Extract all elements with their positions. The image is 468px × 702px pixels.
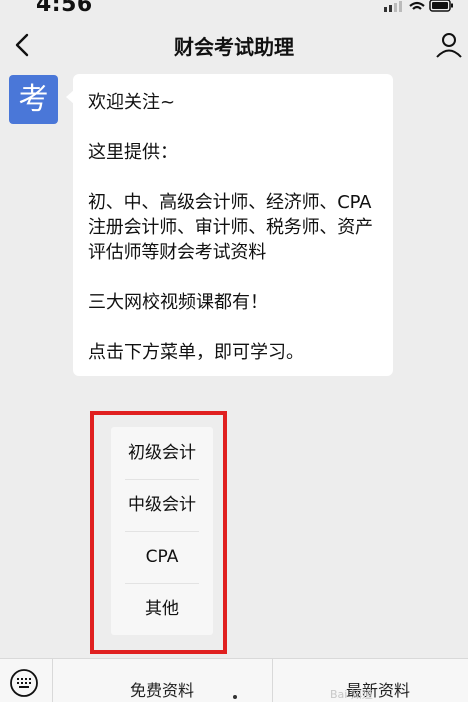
message-bubble: 欢迎关注~ 这里提供： 初、中、高级会计师、经济师、CPA 注册会计师、审计师、… — [66, 74, 393, 376]
bottom-divider — [52, 659, 53, 702]
submenu-item-other[interactable]: 其他 — [111, 583, 213, 635]
submenu-item-junior-accounting[interactable]: 初级会计 — [111, 427, 213, 479]
status-bar: 4:56 — [0, 0, 468, 20]
message-paragraph: 点击下方菜单，即可学习。 — [88, 342, 304, 363]
wifi-icon — [409, 1, 425, 10]
watermark: Bai 知道 — [330, 688, 373, 701]
message-paragraph: 初、中、高级会计师、经济师、CPA 注册会计师、审计师、税务师、资产评估师等财会… — [88, 192, 373, 263]
bottom-menu-bar: 免费资料 最新资料 — [0, 658, 468, 702]
page-title: 财会考试助理 — [174, 35, 294, 59]
message-paragraph: 这里提供： — [88, 142, 178, 163]
submenu-item-intermediate-accounting[interactable]: 中级会计 — [111, 479, 213, 531]
status-time: 4:56 — [36, 0, 93, 17]
status-icons — [384, 0, 453, 12]
submenu-item-cpa[interactable]: CPA — [111, 531, 213, 583]
battery-icon — [429, 0, 453, 12]
bottom-divider — [272, 659, 273, 702]
nav-bar: 财会考试助理 — [0, 20, 468, 70]
signal-icon — [384, 1, 402, 12]
menu-button-free-materials[interactable]: 免费资料 — [130, 677, 194, 701]
keyboard-icon[interactable] — [9, 668, 39, 698]
menu-indicator-dot — [233, 695, 237, 699]
profile-icon[interactable] — [436, 32, 462, 58]
avatar[interactable]: 考 — [9, 75, 58, 124]
message-paragraph: 欢迎关注~ — [88, 92, 176, 113]
submenu-popup: 初级会计 中级会计 CPA 其他 — [111, 427, 213, 635]
message-paragraph: 三大网校视频课都有！ — [88, 292, 268, 313]
